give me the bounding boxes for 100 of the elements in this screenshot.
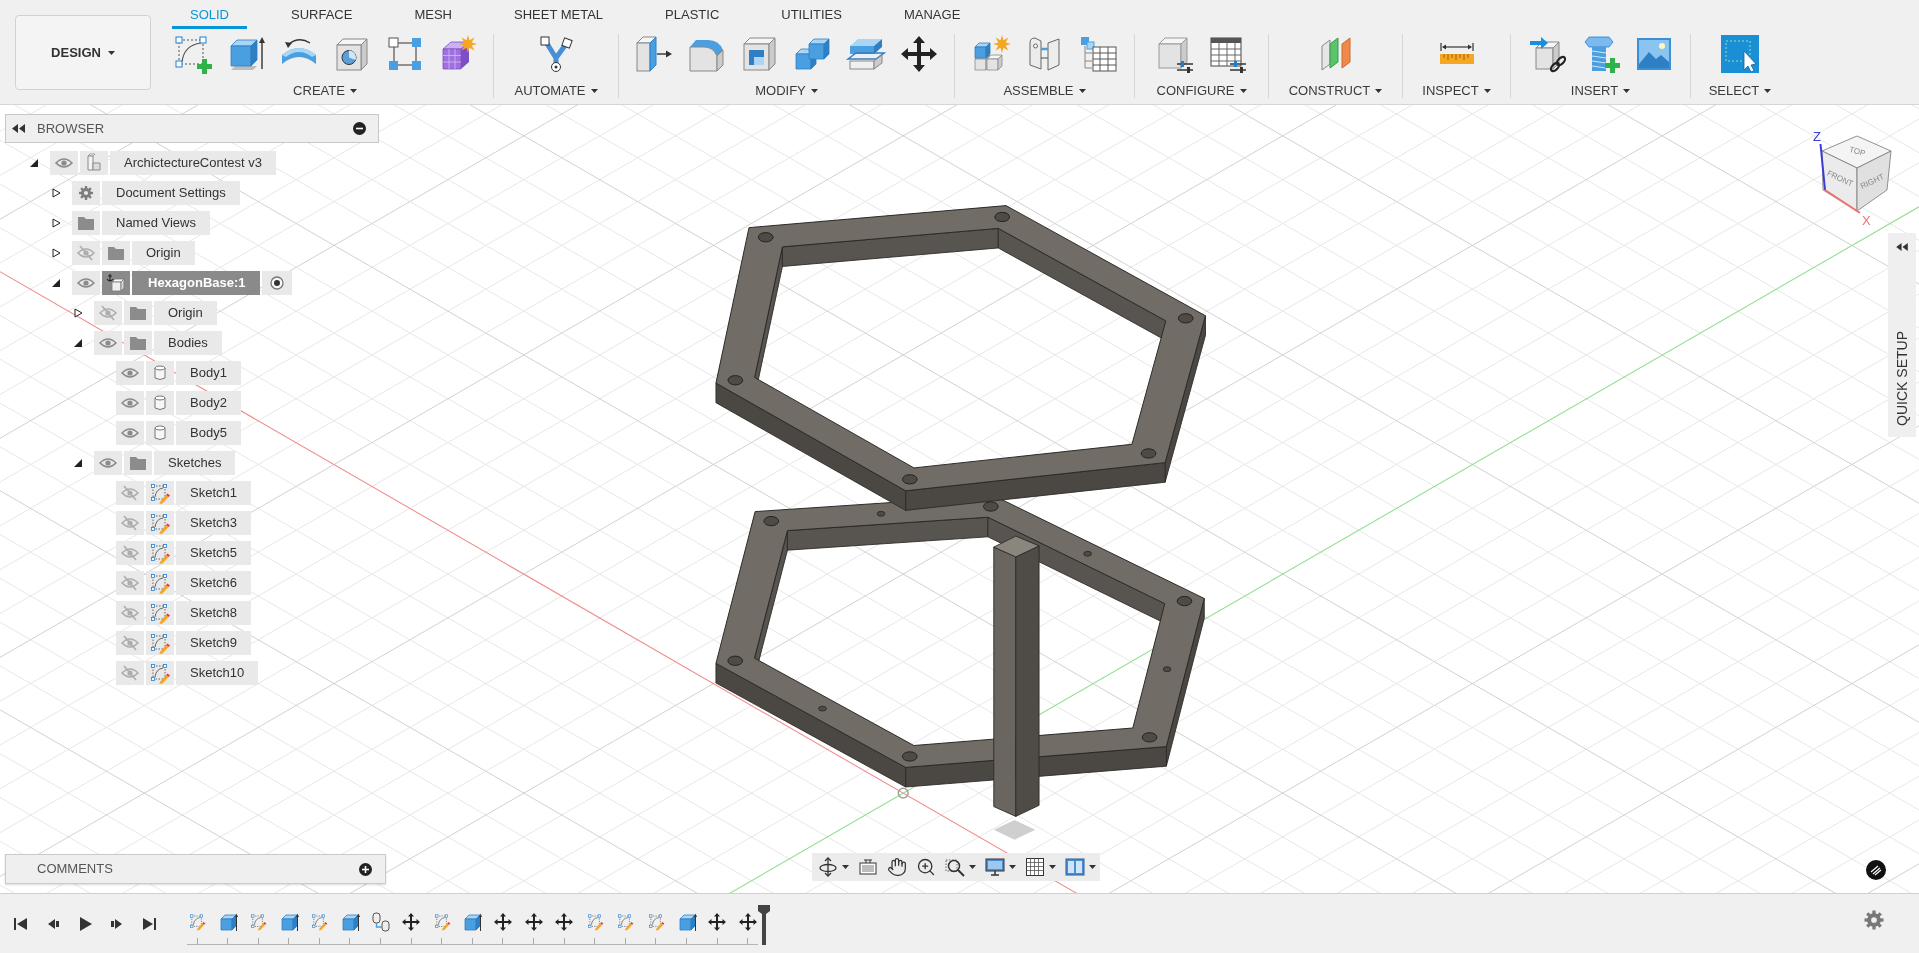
eye-icon[interactable] [50,151,78,175]
extrude-feature-icon[interactable] [278,912,299,932]
play-icon[interactable] [77,916,93,932]
ribbon-tab[interactable]: MESH [396,3,470,29]
ribbon-tab[interactable]: MANAGE [885,3,979,29]
plus-circle-icon[interactable] [359,862,372,876]
move-feature-icon[interactable] [492,912,513,932]
look-at-screen-icon[interactable] [858,857,878,877]
tree-item[interactable]: Sketch3 [176,511,251,535]
viewports-icon[interactable] [1065,857,1085,877]
move-feature-icon[interactable] [737,912,758,932]
configure-box-icon[interactable] [1155,34,1195,74]
tree-item[interactable]: Sketches [154,451,236,475]
sketch-plus-icon[interactable] [172,34,213,74]
settings-icon[interactable] [1864,910,1884,930]
tree-item[interactable]: Body1 [176,361,241,385]
tree-item[interactable]: Bodies [154,331,222,355]
toolbar-group-menu[interactable]: ASSEMBLE [1003,82,1086,100]
toolbar-group-menu[interactable]: SELECT [1708,82,1772,100]
new-component-icon[interactable] [971,34,1012,74]
gear-icon [72,181,100,205]
tree-item[interactable]: ArchictectureContest v3 [110,151,276,175]
joint-feature-icon[interactable] [370,912,391,932]
tree-item[interactable]: Sketch5 [176,541,251,565]
orbit-icon[interactable] [818,857,838,877]
sketch-pencil-icon [146,481,174,505]
tree-item[interactable]: Sketch9 [176,631,251,655]
tree-item[interactable]: Sketch8 [176,601,251,625]
eye-icon[interactable] [72,271,100,295]
workspace-menu-button[interactable]: DESIGN [15,15,151,90]
press-pull-box-icon[interactable] [634,34,674,74]
ribbon-tab[interactable]: SHEET METAL [496,3,622,29]
toolbar-group-menu[interactable]: CREATE [293,82,357,100]
double-arrow-left-icon[interactable] [12,124,25,133]
expand-arrow-icon[interactable] [73,308,83,318]
expand-arrow-icon[interactable] [51,278,61,288]
expand-arrow-icon[interactable] [73,338,83,348]
tree-item[interactable]: Body5 [176,421,241,445]
sketch-pencil-icon [146,541,174,565]
grid-icon[interactable] [1025,857,1045,877]
caret-icon [1239,89,1247,93]
view-cube[interactable] [1821,135,1892,212]
folder-icon [102,241,130,265]
expand-arrow-icon[interactable] [73,458,83,468]
eye-icon[interactable] [94,451,122,475]
panel-title[interactable]: QUICK SETUP [1891,331,1913,426]
toolbar-group-menu[interactable]: CONSTRUCT [1288,82,1383,100]
move-feature-icon[interactable] [554,912,575,932]
tree-item[interactable]: Body2 [176,391,241,415]
toolbar-group-menu[interactable]: MODIFY [755,82,818,100]
move-feature-icon[interactable] [707,912,728,932]
move-feature-icon[interactable] [523,912,544,932]
eye-icon[interactable] [116,361,144,385]
extrude-feature-icon[interactable] [676,912,697,932]
tree-item[interactable]: Named Views [102,211,210,235]
linked-box-icon[interactable] [1527,34,1568,74]
move-feature-icon[interactable] [401,912,422,932]
radio-icon[interactable] [261,271,292,295]
tree-item[interactable]: Document Settings [102,181,240,205]
axis-label: X [1862,214,1871,227]
ribbon-tab[interactable]: SURFACE [273,3,371,29]
expand-arrow-icon[interactable] [51,248,61,258]
skip-to-start-icon[interactable] [13,916,29,932]
eye-icon[interactable] [116,391,144,415]
eye-icon[interactable] [94,331,122,355]
display-monitor-icon[interactable] [985,857,1005,877]
expand-arrow-icon[interactable] [51,188,61,198]
sketch-pencil-icon [146,601,174,625]
tree-item[interactable]: Origin [154,301,217,325]
toolbar-group-menu[interactable]: AUTOMATE [514,82,598,100]
minus-circle-icon[interactable] [353,122,366,135]
expand-arrow-icon[interactable] [51,218,61,228]
z-axis-indicator [1819,143,1827,191]
configure-table-icon[interactable] [1208,34,1248,74]
anchored-box-icon [102,271,130,295]
pan-hand-icon[interactable] [887,857,907,877]
extrude-feature-icon[interactable] [339,912,360,932]
ribbon-tab[interactable]: PLASTIC [647,3,738,29]
expand-arrow-icon[interactable] [29,158,39,168]
move-arrows-icon[interactable] [899,34,939,74]
tree-item[interactable]: Sketch6 [176,571,251,595]
stripes-badge-icon[interactable] [1866,860,1886,880]
extrude-feature-icon[interactable] [462,912,483,932]
ribbon-tab[interactable]: UTILITIES [763,3,860,29]
tree-item[interactable]: Sketch10 [176,661,259,685]
skip-to-end-icon[interactable] [141,916,157,932]
playhead-marker[interactable] [757,905,770,945]
tree-item[interactable]: Origin [132,241,195,265]
panel-title: COMMENTS [37,860,113,879]
eye-icon[interactable] [116,421,144,445]
zoom-window-icon[interactable] [945,857,965,877]
toolbar-group-menu[interactable]: CONFIGURE [1156,82,1247,100]
zoom-icon[interactable] [916,857,936,877]
extrude-feature-icon[interactable] [217,912,238,932]
folder-icon [72,211,100,235]
select-cursor-icon[interactable] [1720,34,1760,74]
tree-item[interactable]: Sketch1 [176,481,251,505]
toolbar-group-menu[interactable]: INSPECT [1422,82,1491,100]
toolbar-group-menu[interactable]: INSERT [1570,82,1631,100]
double-arrow-left-icon[interactable] [1896,243,1908,251]
